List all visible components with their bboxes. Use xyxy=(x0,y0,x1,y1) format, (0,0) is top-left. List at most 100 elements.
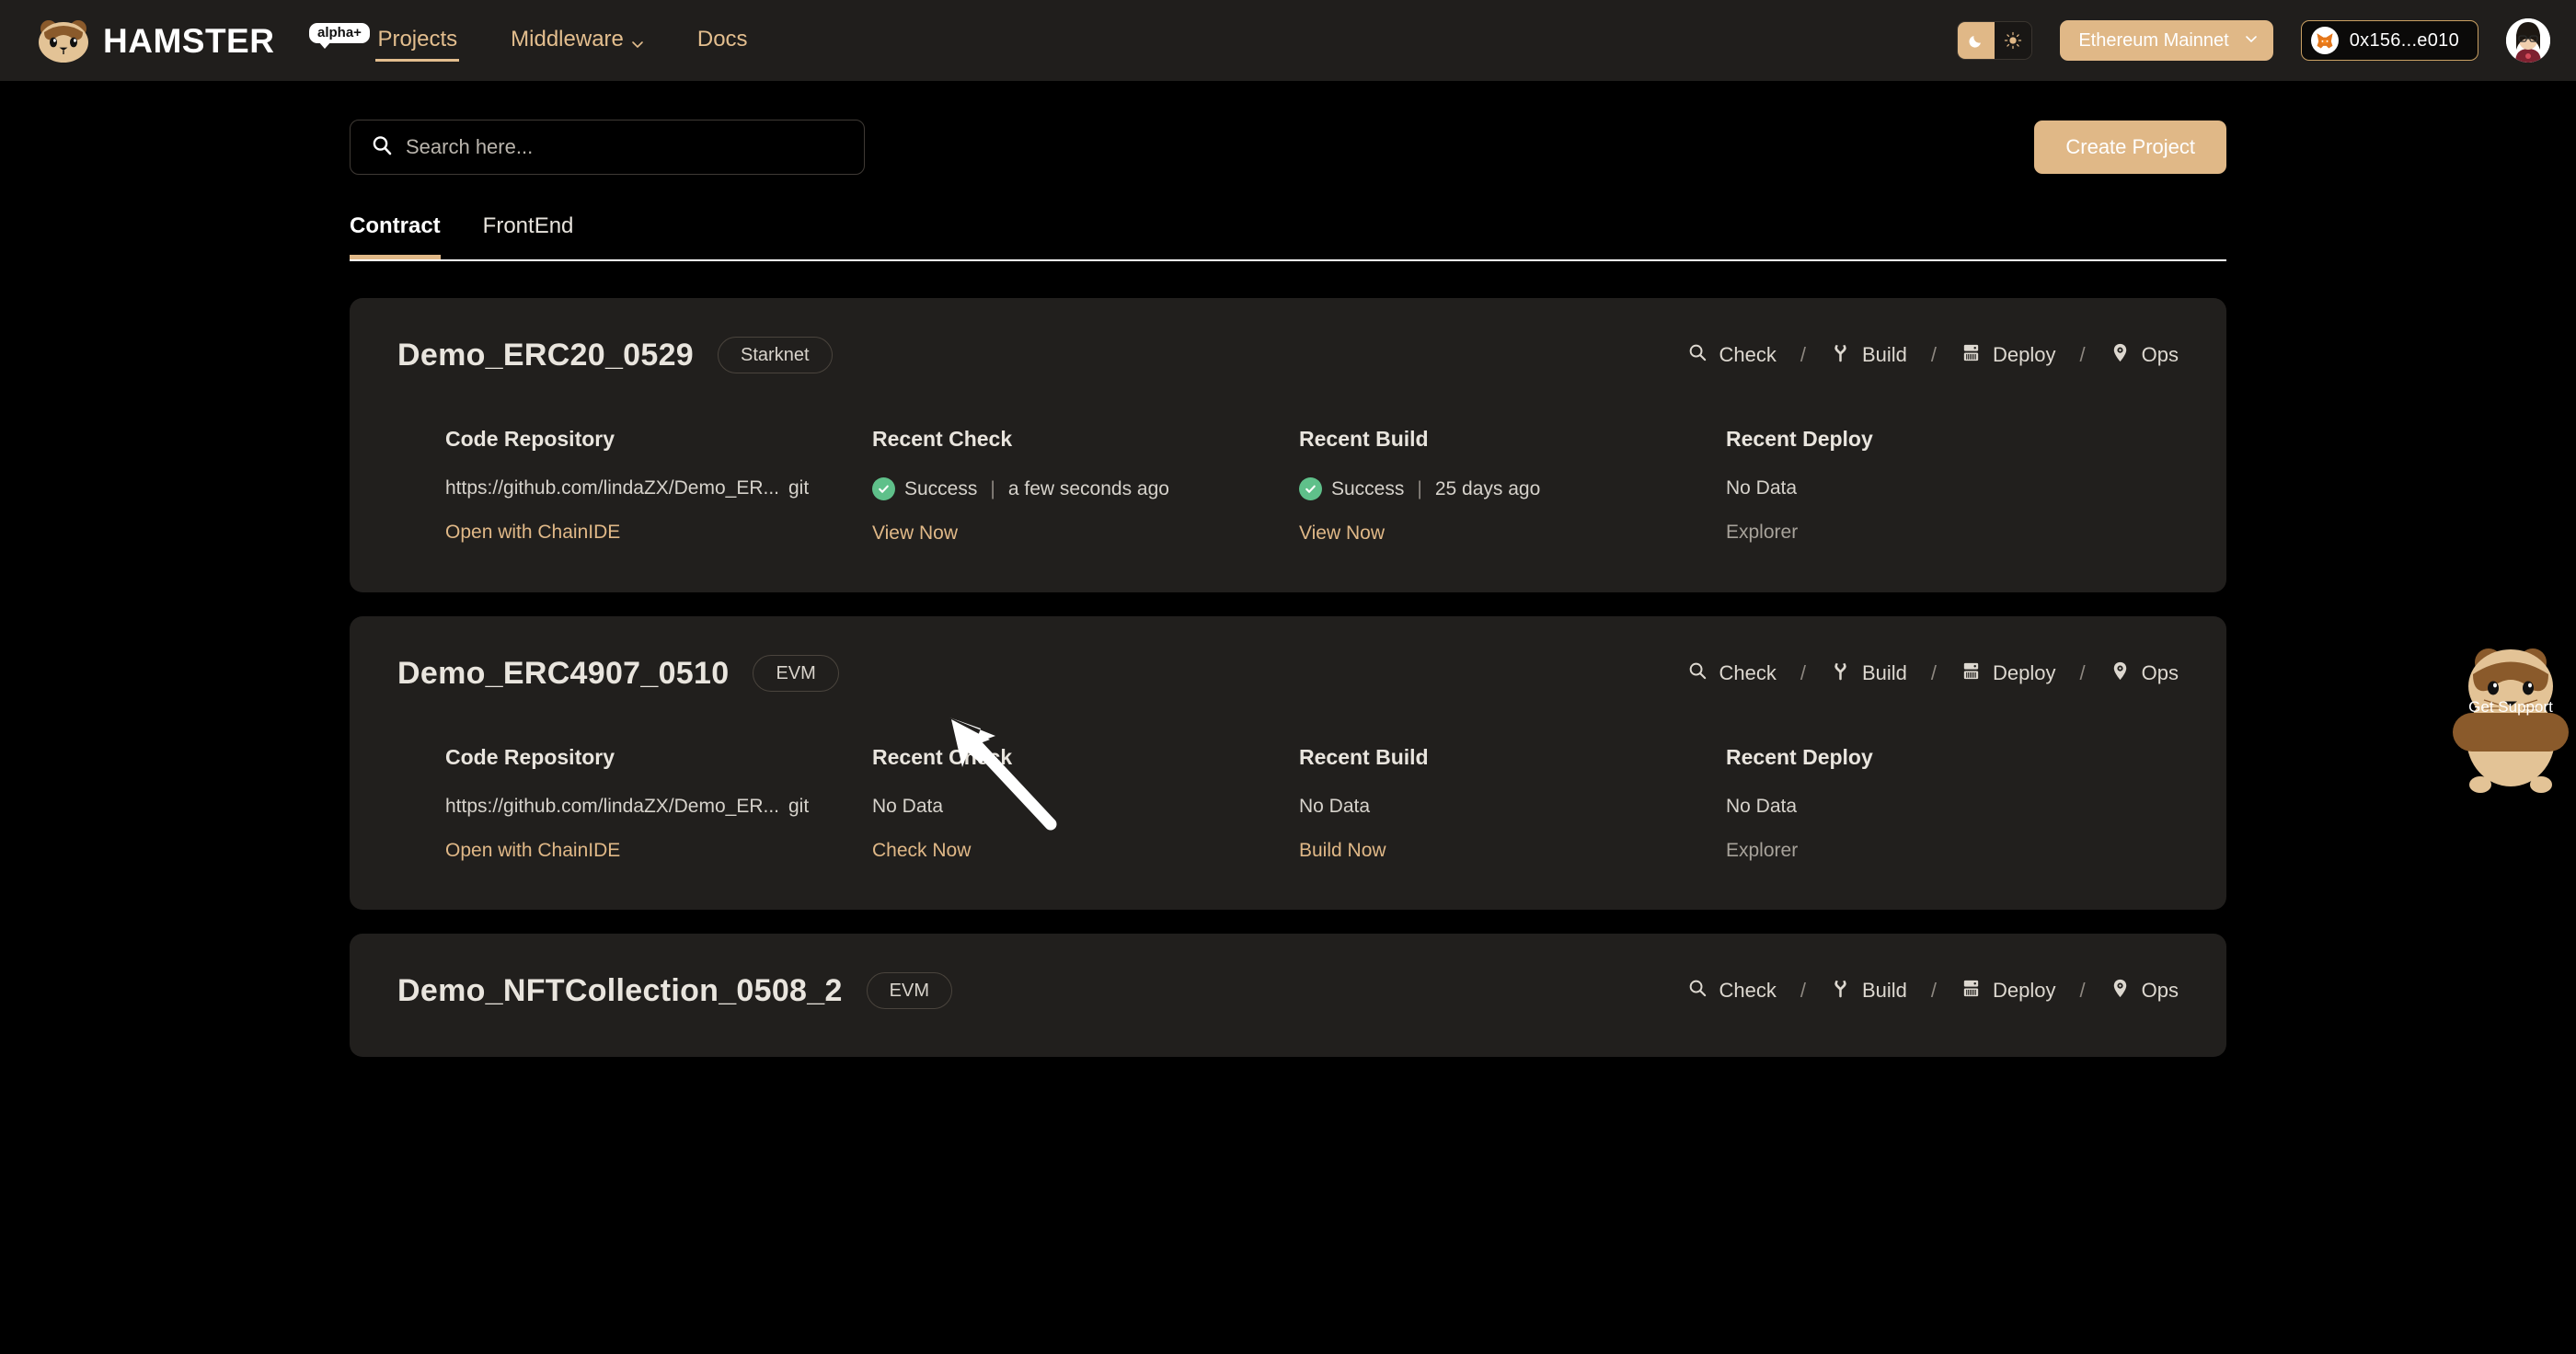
action-build[interactable]: Build xyxy=(1830,342,1907,369)
action-deploy[interactable]: Deploy xyxy=(1961,660,2056,687)
moon-icon[interactable] xyxy=(1958,22,1995,59)
explorer-link[interactable]: Explorer xyxy=(1726,522,2094,544)
action-label: Deploy xyxy=(1993,661,2056,684)
project-card-header: Demo_ERC20_0529 Starknet Check / Build /… xyxy=(397,337,2179,373)
action-label: Build xyxy=(1861,979,1907,1002)
header-right-group: Ethereum Mainnet 0x156...e010 xyxy=(1957,18,2550,63)
project-card: Demo_NFTCollection_0508_2 EVM Check / Bu… xyxy=(350,934,2226,1057)
action-label: Ops xyxy=(2141,979,2179,1002)
build-view-now-link[interactable]: View Now xyxy=(1299,522,1726,545)
action-build[interactable]: Build xyxy=(1830,978,1907,1004)
chain-badge: EVM xyxy=(753,655,839,692)
tabs-divider xyxy=(350,259,2226,261)
get-support-widget[interactable]: Get Support xyxy=(2445,642,2576,798)
action-separator: / xyxy=(1930,661,1938,684)
column-recent-build: Recent Build No Data Build Now xyxy=(1299,745,1726,862)
search-box[interactable] xyxy=(350,120,865,175)
action-ops[interactable]: Ops xyxy=(2110,978,2179,1004)
tab-frontend[interactable]: FrontEnd xyxy=(483,213,574,259)
project-card-body: Code Repository https://github.com/linda… xyxy=(397,745,2179,862)
action-build[interactable]: Build xyxy=(1830,660,1907,687)
action-label: Ops xyxy=(2141,661,2179,684)
action-label: Check xyxy=(1719,979,1777,1002)
tabs-section: Contract FrontEnd xyxy=(350,213,2226,261)
action-check[interactable]: Check xyxy=(1687,342,1777,369)
column-header: Recent Build xyxy=(1299,427,1429,451)
action-separator: / xyxy=(1930,979,1938,1002)
create-project-button[interactable]: Create Project xyxy=(2034,120,2226,174)
check-circle-icon xyxy=(1299,477,1322,500)
network-label: Ethereum Mainnet xyxy=(2078,29,2229,51)
explorer-link[interactable]: Explorer xyxy=(1726,840,2094,862)
main-nav: Projects Middleware Docs xyxy=(375,6,749,75)
open-with-chainide-link[interactable]: Open with ChainIDE xyxy=(445,522,872,544)
ops-pin-icon xyxy=(2110,342,2131,369)
wallet-address-label: 0x156...e010 xyxy=(2349,29,2459,51)
alpha-badge: alpha+ xyxy=(309,23,370,49)
action-deploy[interactable]: Deploy xyxy=(1961,978,2056,1004)
chevron-down-icon xyxy=(2244,30,2259,52)
repo-line: https://github.com/lindaZX/Demo_ER... gi… xyxy=(445,477,872,499)
action-separator: / xyxy=(2079,343,2086,366)
search-input[interactable] xyxy=(406,135,844,159)
column-header: Recent Build xyxy=(1299,745,1429,769)
app-header: HAMSTER alpha+ Projects Middleware Docs xyxy=(0,0,2576,81)
project-actions: Check / Build / Deploy / Ops xyxy=(1687,660,2179,687)
hammer-icon xyxy=(1830,342,1851,369)
action-separator: / xyxy=(2079,661,2086,684)
nav-item-label: Projects xyxy=(377,27,458,52)
check-view-now-link[interactable]: View Now xyxy=(872,522,1299,545)
hamster-mascot-icon xyxy=(2453,648,2569,793)
project-card-body: Code Repository https://github.com/linda… xyxy=(397,427,2179,545)
check-now-link[interactable]: Check Now xyxy=(872,840,1299,862)
action-label: Check xyxy=(1719,343,1777,366)
server-icon xyxy=(1961,978,1982,1004)
action-separator: / xyxy=(2079,979,2086,1002)
nav-item-projects[interactable]: Projects xyxy=(375,6,459,75)
check-circle-icon xyxy=(872,477,895,500)
action-label: Check xyxy=(1719,661,1777,684)
hammer-icon xyxy=(1830,660,1851,687)
repo-url: https://github.com/lindaZX/Demo_ER... xyxy=(445,477,779,499)
column-header: Recent Check xyxy=(872,745,1013,769)
brand-logo-group[interactable]: HAMSTER alpha+ xyxy=(37,17,370,63)
project-card-header: Demo_NFTCollection_0508_2 EVM Check / Bu… xyxy=(397,972,2179,1009)
build-value: No Data xyxy=(1299,796,1371,817)
action-deploy[interactable]: Deploy xyxy=(1961,342,2056,369)
build-now-link[interactable]: Build Now xyxy=(1299,840,1726,862)
nav-item-docs[interactable]: Docs xyxy=(696,6,750,75)
hamster-logo-icon xyxy=(37,17,90,63)
repo-url: https://github.com/lindaZX/Demo_ER... xyxy=(445,796,779,817)
action-label: Deploy xyxy=(1993,343,2056,366)
column-recent-deploy: Recent Deploy No Data Explorer xyxy=(1726,745,2094,862)
network-selector[interactable]: Ethereum Mainnet xyxy=(2060,20,2273,61)
server-icon xyxy=(1961,342,1982,369)
column-recent-check: Recent Check No Data Check Now xyxy=(872,745,1299,862)
open-with-chainide-link[interactable]: Open with ChainIDE xyxy=(445,840,872,862)
avatar[interactable] xyxy=(2506,18,2550,63)
chain-badge: Starknet xyxy=(718,337,833,373)
nav-item-middleware[interactable]: Middleware xyxy=(509,6,646,75)
wallet-address-button[interactable]: 0x156...e010 xyxy=(2300,20,2478,61)
action-check[interactable]: Check xyxy=(1687,660,1777,687)
action-ops[interactable]: Ops xyxy=(2110,660,2179,687)
hammer-icon xyxy=(1830,978,1851,1004)
check-status: Success xyxy=(904,477,978,499)
brand-name: HAMSTER xyxy=(103,21,275,60)
tab-contract[interactable]: Contract xyxy=(350,213,441,259)
metamask-fox-icon xyxy=(2310,27,2339,54)
chain-badge: EVM xyxy=(866,972,953,1009)
magnifier-icon xyxy=(1687,342,1708,369)
check-value: No Data xyxy=(872,796,944,817)
column-recent-deploy: Recent Deploy No Data Explorer xyxy=(1726,427,2094,545)
status-divider: | xyxy=(990,477,995,499)
action-ops[interactable]: Ops xyxy=(2110,342,2179,369)
theme-toggle[interactable] xyxy=(1957,21,2033,60)
column-header: Code Repository xyxy=(445,427,615,451)
repo-line: https://github.com/lindaZX/Demo_ER... gi… xyxy=(445,796,872,818)
action-check[interactable]: Check xyxy=(1687,978,1777,1004)
sun-icon[interactable] xyxy=(1995,22,2032,59)
action-separator: / xyxy=(1930,343,1938,366)
project-title: Demo_ERC20_0529 xyxy=(397,337,695,373)
ops-pin-icon xyxy=(2110,660,2131,687)
